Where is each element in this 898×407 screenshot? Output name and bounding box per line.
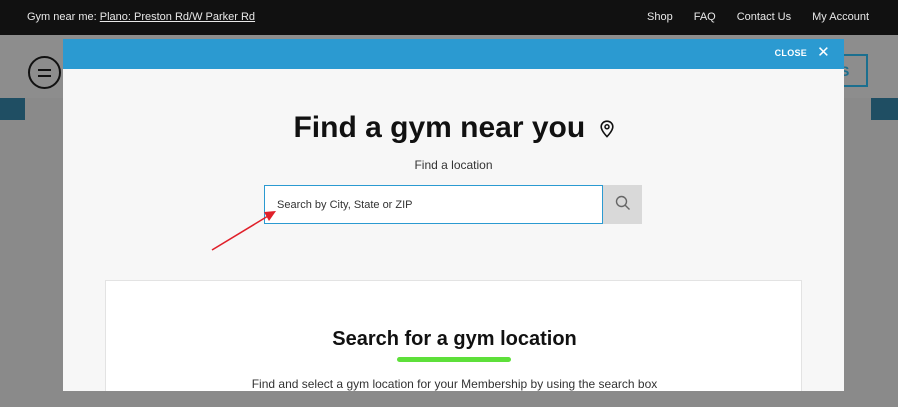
annotation-arrow-icon — [211, 211, 276, 251]
